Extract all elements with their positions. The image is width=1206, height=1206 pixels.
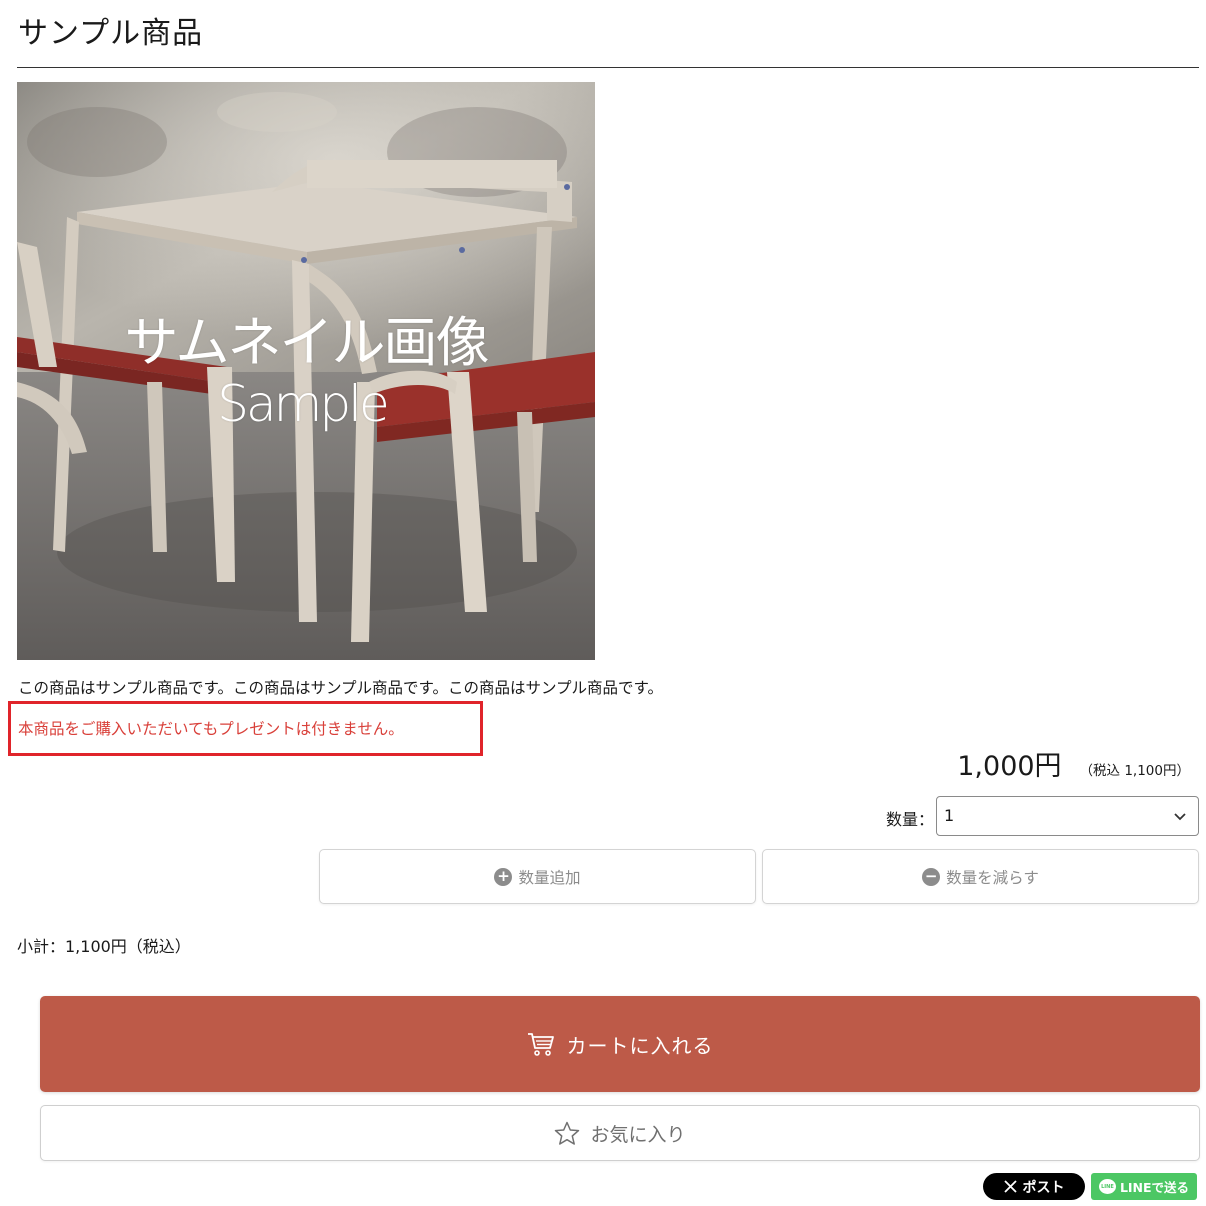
quantity-selected-value: 1	[944, 806, 955, 825]
quantity-select[interactable]: 1	[936, 796, 1199, 836]
line-logo-icon: LINE	[1098, 1179, 1116, 1194]
add-to-cart-label: カートに入れる	[566, 1033, 714, 1058]
product-description: この商品はサンプル商品です。この商品はサンプル商品です。この商品はサンプル商品で…	[18, 679, 663, 697]
price-main: 1,000円	[957, 751, 1062, 782]
minus-circle-icon: −	[922, 867, 941, 886]
product-thumbnail[interactable]: サムネイル画像 Sample	[17, 82, 595, 660]
page-title: サンプル商品	[18, 16, 204, 51]
price-tax-included: （税込 1,100円）	[1079, 763, 1190, 779]
price-row: 1,000円 （税込 1,100円）	[957, 744, 1190, 783]
subtotal: 小計：1,100円（税込）	[17, 937, 191, 956]
increase-quantity-label: 数量追加	[518, 868, 581, 887]
favorite-button[interactable]: お気に入り	[40, 1105, 1200, 1161]
share-x-button[interactable]: ポスト	[983, 1173, 1085, 1200]
chevron-down-icon	[1174, 813, 1186, 821]
star-icon	[555, 1121, 580, 1145]
decrease-quantity-button[interactable]: − 数量を減らす	[762, 849, 1199, 904]
decrease-quantity-label: 数量を減らす	[946, 868, 1039, 887]
add-to-cart-button[interactable]: カートに入れる	[40, 996, 1200, 1092]
quantity-label: 数量：	[886, 810, 935, 829]
product-photo	[17, 82, 595, 660]
cart-icon	[527, 1033, 554, 1056]
product-notice: 本商品をご購入いただいてもプレゼントは付きません。	[18, 720, 404, 738]
favorite-label: お気に入り	[590, 1123, 686, 1146]
plus-circle-icon: +	[494, 867, 513, 886]
title-divider	[17, 67, 1199, 68]
share-line-label: LINEで送る	[1119, 1180, 1190, 1195]
share-x-label: ポスト	[1022, 1179, 1065, 1196]
x-logo-icon	[1003, 1180, 1017, 1193]
increase-quantity-button[interactable]: + 数量追加	[319, 849, 756, 904]
share-line-button[interactable]: LINE LINEで送る	[1091, 1173, 1197, 1200]
